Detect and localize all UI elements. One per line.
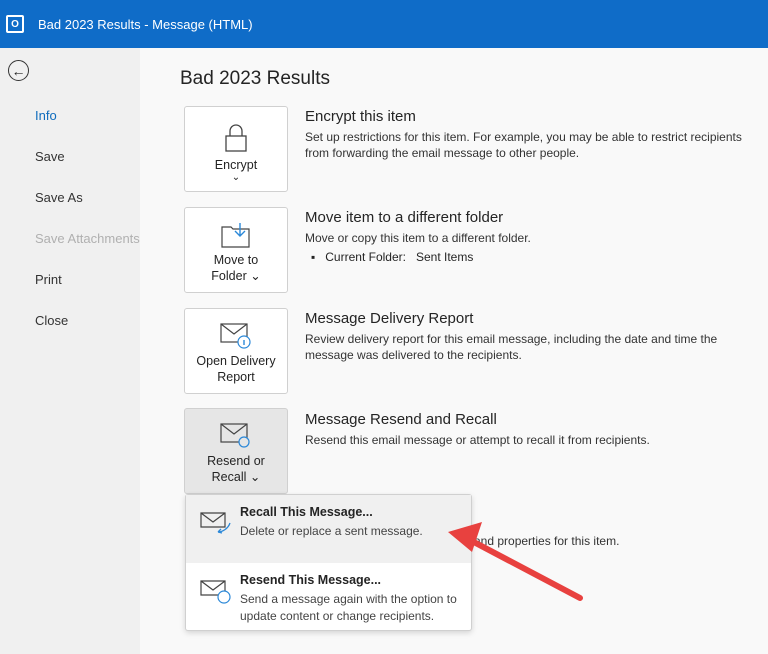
red-annotation-arrow bbox=[448, 522, 583, 601]
